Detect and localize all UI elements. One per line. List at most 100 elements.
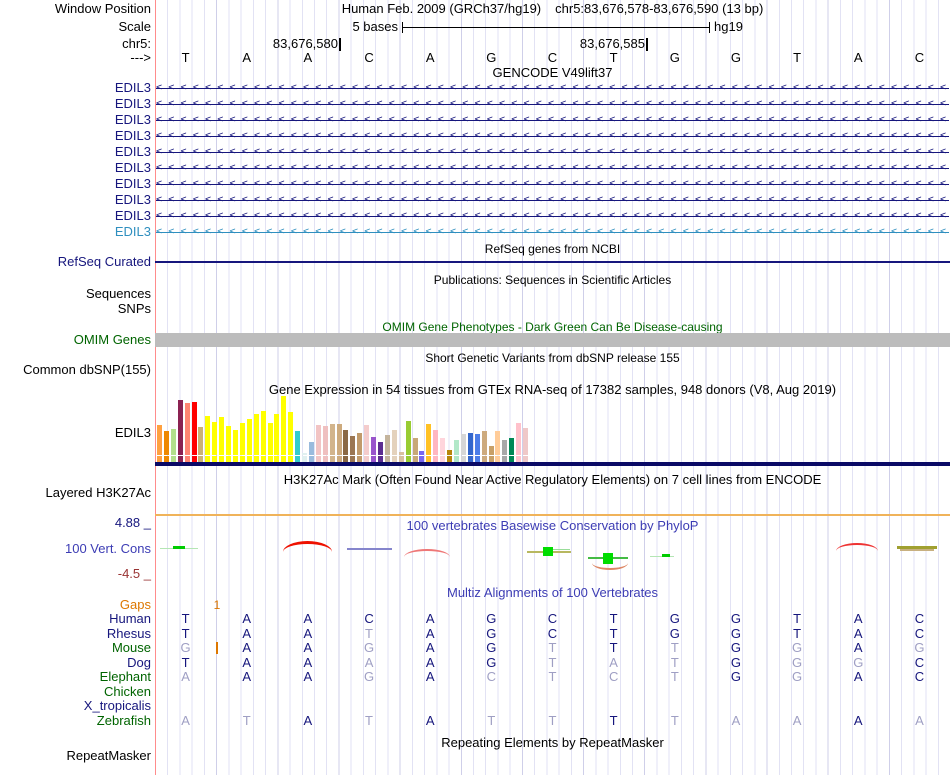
h3k27ac-baseline: [155, 514, 950, 516]
gencode-gene-exon-line[interactable]: <<<<<<<<<<<<<<<<<<<<<<<<<<<<<<<<<<<<<<<<…: [156, 225, 949, 239]
aligned-base-letter: G: [792, 640, 803, 655]
phylop-line: [900, 549, 934, 551]
aligned-base-letter: A: [731, 713, 741, 728]
alignment-species-label-human[interactable]: Human: [0, 612, 151, 626]
aligned-base-letter: T: [181, 626, 190, 641]
alignment-species-label-x_tropicalis[interactable]: X_tropicalis: [0, 699, 151, 713]
alignment-species-label-dog[interactable]: Dog: [0, 656, 151, 670]
gtex-tissue-bar: [170, 429, 176, 455]
gencode-gene-label[interactable]: EDIL3: [0, 113, 151, 127]
conservation-min-label: -4.5 _: [117, 566, 151, 581]
gtex-tissue-bar: [398, 452, 404, 455]
aligned-base-letter: G: [730, 669, 741, 684]
alignment-species-label-rhesus[interactable]: Rhesus: [0, 627, 151, 641]
gtex-expression-bar-chart[interactable]: [157, 396, 531, 455]
omim-genes-label[interactable]: OMIM Genes: [0, 333, 151, 347]
ucsc-genome-browser: { "header": { "window_position_label": "…: [0, 0, 950, 778]
position-header: Human Feb. 2009 (GRCh37/hg19) chr5:83,67…: [155, 2, 950, 16]
gtex-tissue-bar: [481, 431, 487, 455]
layered-h3k27ac-label[interactable]: Layered H3K27Ac: [0, 486, 151, 500]
chromosome-label: chr5:: [122, 36, 151, 51]
refseq-curated-label[interactable]: RefSeq Curated: [0, 255, 151, 269]
gencode-gene-label[interactable]: EDIL3: [0, 161, 151, 175]
aligned-base-letter: T: [365, 626, 373, 641]
ruler-coordinate-right: 83,676,585: [579, 36, 645, 51]
reverse-strand-arrows: <<<<<<<<<<<<<<<<<<<<<<<<<<<<<<<<<<<<<<<<…: [156, 114, 949, 125]
omim-gene-bar[interactable]: [155, 333, 950, 347]
gtex-tissue-bar: [274, 414, 280, 455]
gencode-gene-label[interactable]: EDIL3: [0, 209, 151, 223]
aligned-base-letter: A: [853, 640, 863, 655]
assembly-title: Human Feb. 2009 (GRCh37/hg19): [341, 1, 542, 16]
phylop-line: [347, 548, 392, 550]
gtex-tissue-bar: [357, 433, 363, 455]
gtex-tissue-bar: [384, 435, 390, 455]
gencode-track-title: GENCODE V49lift37: [492, 65, 613, 80]
repeatmasker-label[interactable]: RepeatMasker: [0, 749, 151, 763]
gencode-gene-exon-line[interactable]: <<<<<<<<<<<<<<<<<<<<<<<<<<<<<<<<<<<<<<<<…: [156, 97, 949, 111]
reference-base-letter: A: [853, 50, 863, 65]
gencode-gene-label[interactable]: EDIL3: [0, 97, 151, 111]
alignment-species-label-chicken[interactable]: Chicken: [0, 685, 151, 699]
refseq-gene-line[interactable]: [155, 261, 950, 263]
gencode-gene-label[interactable]: EDIL3: [0, 225, 151, 239]
gencode-gene-label[interactable]: EDIL3: [0, 81, 151, 95]
gencode-gene-exon-line[interactable]: <<<<<<<<<<<<<<<<<<<<<<<<<<<<<<<<<<<<<<<<…: [156, 113, 949, 127]
gencode-gene-exon-line[interactable]: <<<<<<<<<<<<<<<<<<<<<<<<<<<<<<<<<<<<<<<<…: [156, 145, 949, 159]
gencode-gene-exon-line[interactable]: <<<<<<<<<<<<<<<<<<<<<<<<<<<<<<<<<<<<<<<<…: [156, 193, 949, 207]
gencode-gene-label[interactable]: EDIL3: [0, 145, 151, 159]
gtex-tissue-bar: [509, 438, 515, 455]
alignment-species-label-elephant[interactable]: Elephant: [0, 670, 151, 684]
gencode-gene-label[interactable]: EDIL3: [0, 177, 151, 191]
aligned-base-letter: A: [425, 655, 435, 670]
aligned-base-letter: T: [670, 669, 679, 684]
gtex-tissue-bar: [412, 438, 418, 455]
conservation-max-label: 4.88 _: [114, 515, 151, 530]
phylop-box: [543, 547, 553, 556]
gencode-gene-exon-line[interactable]: <<<<<<<<<<<<<<<<<<<<<<<<<<<<<<<<<<<<<<<<…: [156, 209, 949, 223]
alignment-species-label-mouse[interactable]: Mouse: [0, 641, 151, 655]
aligned-base-letter: A: [303, 640, 313, 655]
aligned-base-letter: G: [853, 655, 864, 670]
gencode-gene-exon-line[interactable]: <<<<<<<<<<<<<<<<<<<<<<<<<<<<<<<<<<<<<<<<…: [156, 129, 949, 143]
gtex-tissue-bar: [232, 430, 238, 455]
aligned-base-letter: A: [303, 669, 313, 684]
gtex-gene-label[interactable]: EDIL3: [0, 426, 151, 440]
gencode-gene-exon-line[interactable]: <<<<<<<<<<<<<<<<<<<<<<<<<<<<<<<<<<<<<<<<…: [156, 177, 949, 191]
gtex-tissue-bar: [295, 431, 301, 455]
common-dbsnp-label[interactable]: Common dbSNP(155): [0, 363, 151, 377]
aligned-base-letter: G: [180, 640, 191, 655]
gaps-row-label[interactable]: Gaps: [0, 598, 151, 612]
gtex-tissue-bar: [378, 442, 383, 455]
alignment-species-label-zebrafish[interactable]: Zebrafish: [0, 714, 151, 728]
gtex-tissue-bar: [329, 424, 335, 455]
reverse-strand-arrows: <<<<<<<<<<<<<<<<<<<<<<<<<<<<<<<<<<<<<<<<…: [156, 130, 949, 141]
aligned-base-letter: T: [487, 713, 496, 728]
gtex-tissue-bar: [267, 423, 273, 455]
aligned-base-letter: A: [853, 611, 863, 626]
reverse-strand-arrows: <<<<<<<<<<<<<<<<<<<<<<<<<<<<<<<<<<<<<<<<…: [156, 226, 949, 237]
aligned-base-letter: A: [303, 655, 313, 670]
aligned-base-letter: G: [792, 669, 803, 684]
aligned-base-letter: C: [914, 655, 925, 670]
gencode-gene-label[interactable]: EDIL3: [0, 193, 151, 207]
gtex-tissue-bar: [447, 450, 453, 455]
gtex-tissue-bar: [467, 433, 473, 455]
aligned-base-letter: C: [364, 611, 374, 626]
gencode-gene-exon-line[interactable]: <<<<<<<<<<<<<<<<<<<<<<<<<<<<<<<<<<<<<<<<…: [156, 161, 949, 175]
sequences-label[interactable]: Sequences: [0, 287, 151, 301]
aligned-base-letter: G: [486, 626, 497, 641]
gtex-tissue-bar: [308, 442, 314, 455]
gencode-gene-exon-line[interactable]: <<<<<<<<<<<<<<<<<<<<<<<<<<<<<<<<<<<<<<<<…: [156, 81, 949, 95]
conservation-track-label[interactable]: 100 Vert. Cons: [0, 542, 151, 556]
omim-track-title: OMIM Gene Phenotypes - Dark Green Can Be…: [382, 320, 723, 334]
snps-label[interactable]: SNPs: [0, 302, 151, 316]
aligned-base-letter: T: [181, 611, 190, 626]
aligned-base-letter: T: [548, 640, 557, 655]
reference-base-letter: T: [793, 50, 802, 65]
gencode-gene-label[interactable]: EDIL3: [0, 129, 151, 143]
aligned-base-letter: A: [303, 611, 313, 626]
aligned-base-letter: A: [242, 640, 252, 655]
gtex-tissue-bar: [453, 440, 459, 455]
aligned-base-letter: T: [609, 713, 618, 728]
